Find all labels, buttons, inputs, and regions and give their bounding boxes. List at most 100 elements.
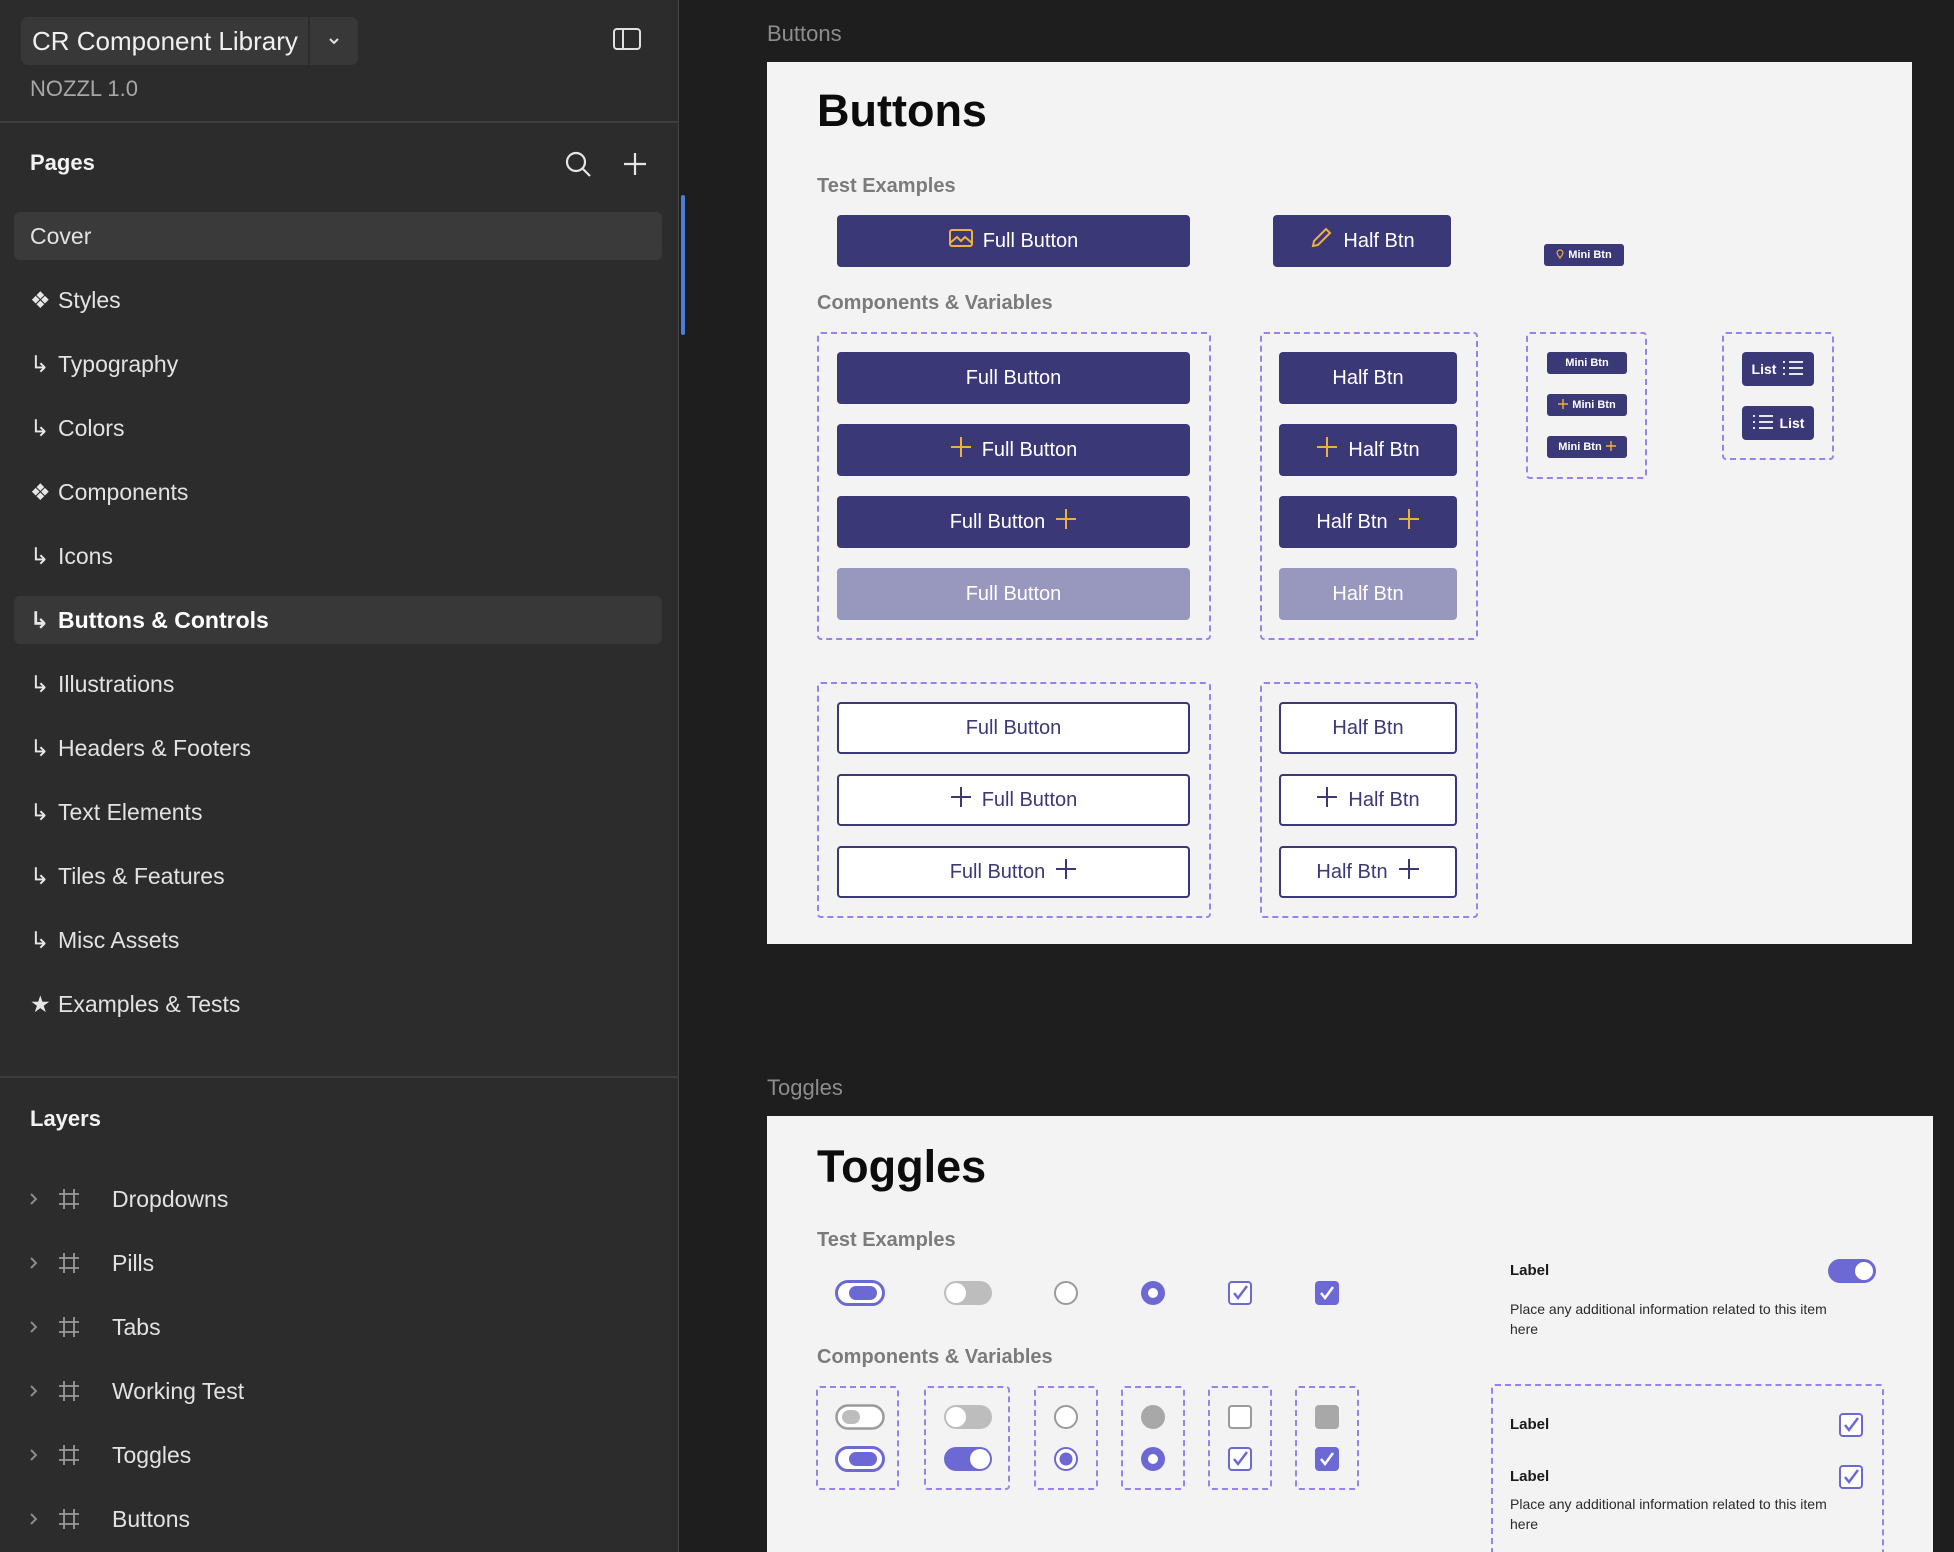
half-button-icon-right[interactable]: Half Btn [1279,496,1457,548]
page-item-label: Examples & Tests [58,990,241,1017]
half-button-icon-left[interactable]: Half Btn [1279,424,1457,476]
page-item-colors[interactable]: ↳ Colors [14,404,662,452]
buttons-frame[interactable]: Buttons Test Examples Full Button Half B… [767,62,1912,944]
toggle-switch-on-outline[interactable] [835,1446,885,1472]
chevron-right-icon[interactable] [28,1512,48,1526]
toggles-frame[interactable]: Toggles Test Examples Label Place any ad… [767,1116,1933,1552]
half-button-default[interactable]: Half Btn [1279,352,1457,404]
page-item-styles[interactable]: ❖ Styles [14,276,662,324]
checkbox-checked-outline[interactable] [1227,1446,1253,1472]
page-item-tiles-features[interactable]: ↳ Tiles & Features [14,852,662,900]
page-item-label: Icons [58,542,113,569]
button-label: Half Btn [1343,229,1415,252]
button-label: Full Button [949,510,1046,533]
half-button-outline-icon-right[interactable]: Half Btn [1279,846,1457,898]
page-item-label: Cover [30,222,92,249]
radio-unchecked-filled[interactable] [1140,1404,1166,1430]
list-button-icon-left[interactable]: List [1742,406,1814,440]
component-set-radio-outline[interactable] [1034,1386,1098,1490]
toggle-switch-off[interactable] [943,1280,993,1306]
full-button-outline[interactable]: Full Button [837,702,1190,754]
page-item-label: Components [58,478,189,505]
divider [0,1076,679,1078]
page-item-typography[interactable]: ↳ Typography [14,340,662,388]
toggle-switch-on[interactable] [943,1446,993,1472]
sidebar-toggle-icon[interactable] [612,27,650,57]
mini-button-icon-left[interactable]: Mini Btn [1547,394,1627,416]
layer-item-dropdowns[interactable]: Dropdowns [28,1177,228,1221]
component-set-icon: ❖ [30,286,51,313]
radio-unchecked[interactable] [1053,1280,1079,1306]
search-icon[interactable] [560,146,596,182]
toggle-switch-off-outline[interactable] [835,1404,885,1430]
page-item-headers-footers[interactable]: ↳ Headers & Footers [14,724,662,772]
checkbox-unchecked-filled[interactable] [1314,1404,1340,1430]
plus-icon [1316,436,1338,464]
component-set-radio-filled[interactable] [1121,1386,1185,1490]
component-set-toggle-outline[interactable] [816,1386,899,1490]
chevron-right-icon[interactable] [28,1448,48,1462]
half-button-outline-icon-left[interactable]: Half Btn [1279,774,1457,826]
checkbox-checked-outline[interactable] [1838,1464,1864,1490]
half-button-disabled[interactable]: Half Btn [1279,568,1457,620]
checkbox-checked-filled[interactable] [1314,1280,1340,1306]
radio-checked[interactable] [1140,1280,1166,1306]
chevron-down-icon[interactable] [310,17,358,65]
checkbox-unchecked[interactable] [1227,1404,1253,1430]
half-button-outline[interactable]: Half Btn [1279,702,1457,754]
checkbox-checked-filled[interactable] [1314,1446,1340,1472]
chevron-right-icon[interactable] [28,1384,48,1398]
radio-unchecked[interactable] [1053,1404,1079,1430]
frame-label-buttons[interactable]: Buttons [767,21,842,47]
add-page-icon[interactable] [617,146,653,182]
page-item-buttons-controls[interactable]: ↳ Buttons & Controls [14,596,662,644]
mini-button-default[interactable]: Mini Btn [1547,352,1627,374]
checkbox-checked-outline[interactable] [1838,1412,1864,1438]
page-item-components[interactable]: ❖ Components [14,468,662,516]
layer-item-pills[interactable]: Pills [28,1241,154,1285]
page-item-icons[interactable]: ↳ Icons [14,532,662,580]
toggle-switch-off[interactable] [943,1404,993,1430]
frame-title: Toggles [817,1141,987,1192]
mini-button-example[interactable]: Mini Btn [1544,244,1624,266]
layer-label: Dropdowns [112,1185,229,1212]
page-item-text-elements[interactable]: ↳ Text Elements [14,788,662,836]
layer-item-buttons[interactable]: Buttons [28,1497,190,1541]
toggle-switch-on[interactable] [1827,1258,1877,1284]
half-button-example[interactable]: Half Btn [1273,215,1451,267]
plus-icon [950,786,972,814]
layer-item-toggles[interactable]: Toggles [28,1433,191,1477]
full-button-icon-left[interactable]: Full Button [837,424,1190,476]
page-item-examples-tests[interactable]: ★ Examples & Tests [14,980,662,1028]
page-item-illustrations[interactable]: ↳ Illustrations [14,660,662,708]
layer-item-tabs[interactable]: Tabs [28,1305,161,1349]
full-button-example[interactable]: Full Button [837,215,1190,267]
full-button-default[interactable]: Full Button [837,352,1190,404]
file-menu-button[interactable]: CR Component Library [21,17,358,65]
page-item-misc-assets[interactable]: ↳ Misc Assets [14,916,662,964]
full-button-icon-right[interactable]: Full Button [837,496,1190,548]
subpage-arrow-icon: ↳ [30,798,50,825]
frame-icon [58,1444,88,1466]
button-label: Full Button [949,860,1046,883]
scrollbar[interactable] [681,195,685,335]
full-button-outline-icon-left[interactable]: Full Button [837,774,1190,826]
component-set-toggle-filled[interactable] [924,1386,1010,1490]
button-label: Half Btn [1332,716,1404,739]
checkbox-checked-outline[interactable] [1227,1280,1253,1306]
full-button-disabled[interactable]: Full Button [837,568,1190,620]
toggle-switch-on[interactable] [835,1280,885,1306]
chevron-right-icon[interactable] [28,1256,48,1270]
mini-button-icon-right[interactable]: Mini Btn [1547,436,1627,458]
chevron-right-icon[interactable] [28,1192,48,1206]
page-item-cover[interactable]: Cover [14,212,662,260]
chevron-right-icon[interactable] [28,1320,48,1334]
component-set-checkbox-outline[interactable] [1208,1386,1272,1490]
frame-label-toggles[interactable]: Toggles [767,1075,843,1101]
component-set-checkbox-filled[interactable] [1295,1386,1359,1490]
radio-checked[interactable] [1140,1446,1166,1472]
radio-checked-outline[interactable] [1053,1446,1079,1472]
layer-item-working-test[interactable]: Working Test [28,1369,244,1413]
list-button-icon-right[interactable]: List [1742,352,1814,386]
full-button-outline-icon-right[interactable]: Full Button [837,846,1190,898]
